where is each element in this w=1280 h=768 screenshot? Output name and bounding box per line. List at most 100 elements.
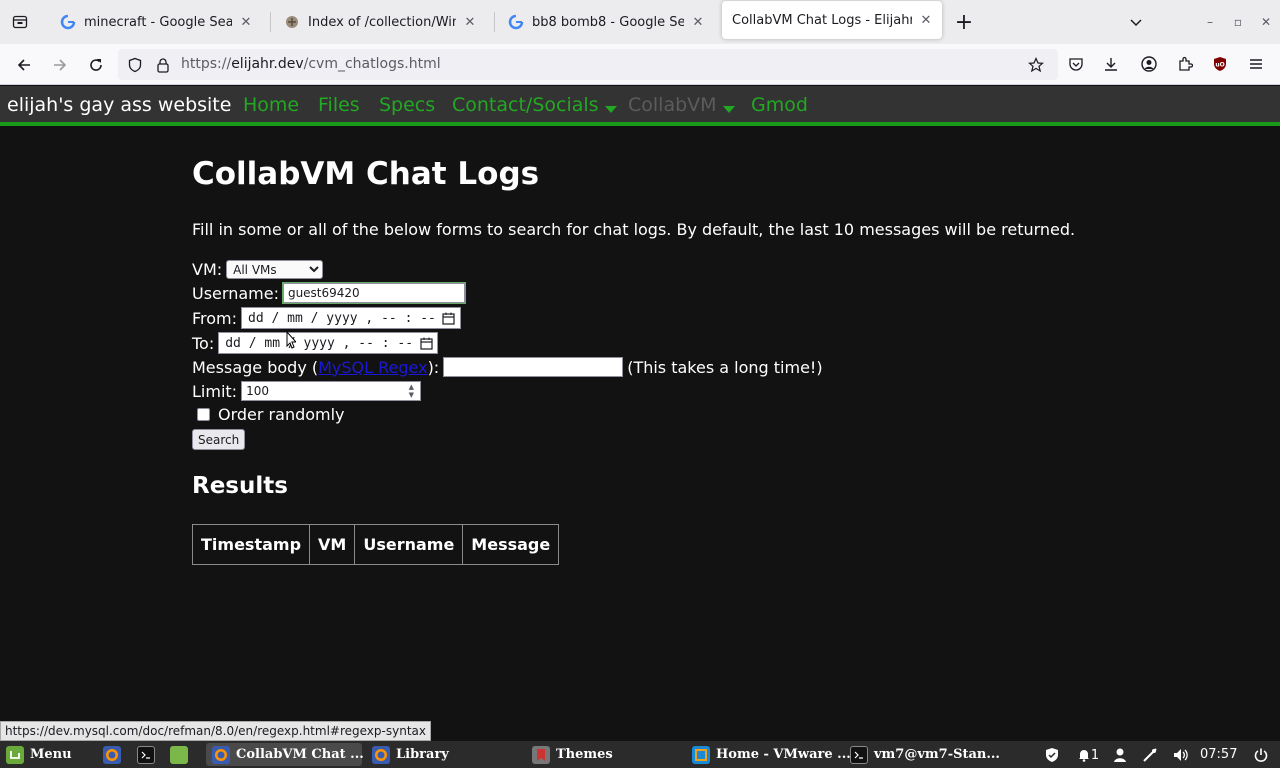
close-icon[interactable]: ✕: [690, 14, 706, 30]
download-icon[interactable]: [1099, 52, 1123, 76]
bookmark-star-icon[interactable]: [1026, 55, 1046, 75]
network-icon[interactable]: [1140, 744, 1160, 766]
vm-select[interactable]: All VMs: [226, 260, 324, 279]
taskbar-item-label: Library: [396, 747, 449, 762]
mint-logo-icon: [6, 745, 24, 764]
order-randomly-label[interactable]: Order randomly: [218, 405, 345, 424]
tab-separator: [494, 12, 495, 32]
vmware-icon: [692, 745, 710, 764]
column-header-timestamp: Timestamp: [191, 524, 311, 565]
mouse-cursor-icon: [286, 330, 298, 353]
caret-down-icon: [722, 106, 735, 113]
tab-bb8-search[interactable]: bb8 bomb8 - Google Search ✕: [500, 0, 714, 44]
chevron-down-icon[interactable]: [1124, 10, 1148, 34]
url-scheme: https://: [181, 56, 232, 72]
extensions-icon[interactable]: [1173, 52, 1197, 76]
taskbar-item-collabvm[interactable]: CollabVM Chat ...: [206, 743, 364, 766]
nav-files[interactable]: Files: [318, 94, 360, 116]
to-row: To: dd / mm / yyyy , -- : --: [192, 332, 439, 354]
username-label: Username:: [192, 283, 279, 303]
firefox-launcher[interactable]: [103, 743, 127, 766]
mysql-regex-link[interactable]: MySQL Regex: [318, 358, 427, 377]
firefox-icon: [103, 745, 121, 764]
site-brand[interactable]: elijah's gay ass website: [7, 94, 231, 116]
google-icon: [60, 14, 76, 30]
url-text: https://elijahr.dev/cvm_chatlogs.html: [181, 56, 441, 72]
taskbar-item-library[interactable]: Library: [366, 743, 516, 766]
calendar-icon[interactable]: [419, 336, 433, 350]
start-menu-button[interactable]: Menu: [6, 743, 72, 766]
hamburger-menu-icon[interactable]: [1244, 52, 1268, 76]
power-icon[interactable]: [1250, 744, 1272, 766]
tab-index-collection[interactable]: Index of /collection/Windo ✕: [276, 0, 488, 44]
lock-icon[interactable]: [153, 55, 173, 75]
from-datetime-placeholder: dd / mm / yyyy , -- : --: [248, 310, 436, 326]
calendar-icon[interactable]: [442, 311, 456, 325]
limit-input[interactable]: 100 ▲ ▼: [241, 381, 422, 401]
taskbar-item-vmware[interactable]: Home - VMware ...: [686, 743, 851, 766]
tab-collabvm-chat-logs[interactable]: CollabVM Chat Logs - Elijahr's W ✕: [722, 1, 942, 39]
close-icon[interactable]: ✕: [238, 14, 254, 30]
svg-text:uO: uO: [1215, 62, 1224, 69]
nav-home[interactable]: Home: [243, 94, 299, 116]
nav-gmod[interactable]: Gmod: [751, 94, 808, 116]
close-icon[interactable]: ✕: [918, 12, 934, 28]
message-label-start: Message body (: [192, 357, 319, 377]
taskbar-item-label: vm7@vm7-Stan...: [874, 747, 1000, 762]
taskbar-item-terminal[interactable]: vm7@vm7-Stan...: [846, 743, 1000, 766]
notifications-indicator[interactable]: 1: [1074, 744, 1102, 766]
user-icon[interactable]: [1110, 744, 1130, 766]
order-randomly-checkbox[interactable]: [197, 408, 210, 421]
taskbar-item-label: Themes: [556, 747, 613, 762]
nav-collabvm[interactable]: CollabVM: [628, 94, 735, 116]
tab-bar: minecraft - Google Search ✕ Index of /co…: [0, 0, 1280, 44]
taskbar-item-label: CollabVM Chat ...: [236, 747, 364, 762]
caret-down-icon: [604, 106, 617, 113]
firefox-view-icon[interactable]: [8, 10, 32, 34]
volume-icon[interactable]: [1170, 744, 1190, 766]
username-row: Username:: [192, 283, 465, 303]
pocket-icon[interactable]: [1064, 52, 1088, 76]
folder-icon: [284, 14, 300, 30]
shield-icon[interactable]: [125, 55, 145, 75]
files-launcher[interactable]: [170, 743, 194, 766]
reload-icon[interactable]: [83, 52, 109, 78]
column-header-username: Username: [354, 524, 464, 565]
to-label: To:: [192, 333, 215, 353]
spinner-arrows-icon[interactable]: ▲ ▼: [409, 383, 414, 399]
ublock-origin-icon[interactable]: uO: [1208, 52, 1232, 76]
url-path: /cvm_chatlogs.html: [303, 56, 441, 72]
order-row: Order randomly: [192, 405, 349, 424]
navigation-toolbar: https://elijahr.dev/cvm_chatlogs.html uO: [0, 44, 1280, 85]
close-icon[interactable]: ✕: [462, 14, 478, 30]
to-datetime-input[interactable]: dd / mm / yyyy , -- : --: [218, 332, 439, 354]
url-bar[interactable]: https://elijahr.dev/cvm_chatlogs.html: [118, 49, 1058, 80]
minimize-button[interactable]: –: [1200, 12, 1220, 32]
nav-specs[interactable]: Specs: [379, 94, 435, 116]
back-icon[interactable]: [11, 52, 37, 78]
nav-contact-socials[interactable]: Contact/Socials: [452, 94, 617, 116]
terminal-launcher[interactable]: [137, 743, 161, 766]
shield-icon[interactable]: [1042, 744, 1062, 766]
message-body-input[interactable]: [443, 357, 624, 377]
from-label: From:: [192, 308, 238, 328]
clock[interactable]: 07:57: [1200, 747, 1237, 762]
tab-minecraft-search[interactable]: minecraft - Google Search ✕: [52, 0, 264, 44]
forward-icon[interactable]: [47, 52, 73, 78]
taskbar-item-label: Home - VMware ...: [716, 747, 851, 762]
intro-text: Fill in some or all of the below forms t…: [192, 220, 1076, 239]
close-window-button[interactable]: ✕: [1256, 12, 1276, 32]
message-label-end: ):: [427, 357, 440, 377]
tab-title: Index of /collection/Windo: [308, 14, 456, 30]
username-input[interactable]: [282, 283, 465, 303]
vm-label: VM:: [192, 260, 223, 279]
new-tab-button[interactable]: +: [952, 10, 976, 35]
notification-count: 1: [1090, 747, 1100, 763]
maximize-button[interactable]: ▫: [1228, 12, 1248, 32]
limit-label: Limit:: [192, 381, 238, 401]
search-button[interactable]: Search: [192, 429, 246, 450]
from-datetime-input[interactable]: dd / mm / yyyy , -- : --: [241, 307, 461, 329]
taskbar-item-themes[interactable]: Themes: [526, 743, 676, 766]
results-table: Timestamp VM Username Message: [191, 524, 560, 565]
account-icon[interactable]: [1137, 52, 1161, 76]
